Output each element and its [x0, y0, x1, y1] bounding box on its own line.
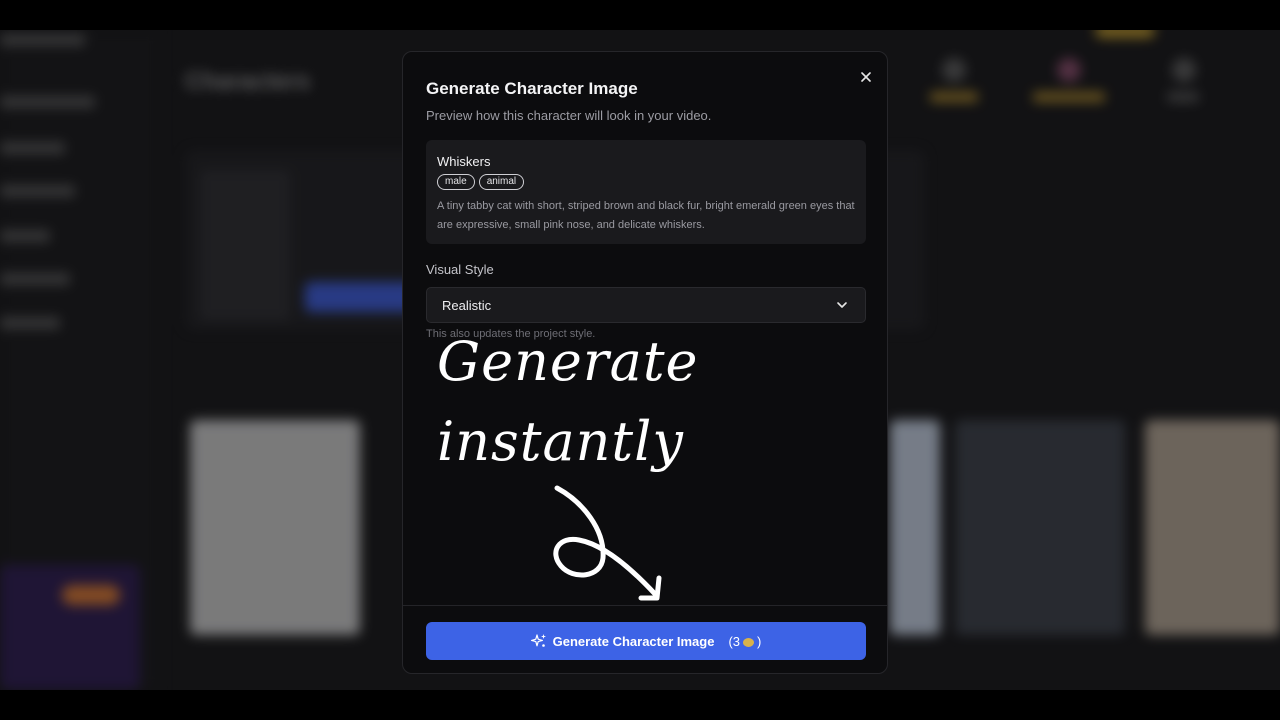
- modal-subtitle: Preview how this character will look in …: [426, 108, 712, 123]
- chevron-down-icon: [837, 302, 847, 308]
- background-promo: [0, 565, 140, 690]
- generate-character-image-button[interactable]: Generate Character Image (3): [426, 622, 866, 660]
- tag-badge: animal: [478, 174, 525, 190]
- annotation-text: Generate: [437, 330, 699, 393]
- modal-title: Generate Character Image: [426, 79, 638, 98]
- generate-character-modal: Generate Character Image Preview how thi…: [402, 51, 888, 674]
- visual-style-select[interactable]: Realistic: [426, 287, 866, 323]
- credit-cost: (3): [728, 634, 761, 649]
- letterbox-bottom: [0, 690, 1280, 720]
- generate-button-label: Generate Character Image: [552, 633, 715, 649]
- background-portrait: [1145, 420, 1280, 635]
- background-thumbnail: [200, 170, 290, 320]
- footer-divider: [403, 605, 887, 606]
- visual-style-value: Realistic: [442, 298, 492, 313]
- background-promo-pill: [62, 585, 120, 605]
- background-portrait: [955, 420, 1125, 635]
- character-description: A tiny tabby cat with short, striped bro…: [437, 200, 855, 231]
- background-credits: [1095, 30, 1155, 38]
- letterbox-top: [0, 0, 1280, 30]
- character-name: Whiskers: [437, 154, 491, 169]
- annotation-text: instantly: [437, 410, 684, 473]
- close-icon: [861, 72, 871, 82]
- background-portrait: [890, 420, 940, 635]
- hand-drawn-arrow-icon: [553, 485, 662, 601]
- sparkles-icon: [530, 634, 546, 647]
- background-portrait: [190, 420, 360, 635]
- credit-cost-open: (3: [728, 633, 741, 649]
- character-tags: male animal: [437, 174, 525, 190]
- character-card: Whiskers male animal A tiny tabby cat wi…: [426, 140, 866, 244]
- close-button[interactable]: [855, 66, 877, 88]
- coin-icon: [743, 637, 755, 647]
- credit-cost-close: ): [757, 633, 762, 649]
- visual-style-label: Visual Style: [426, 262, 494, 277]
- tag-badge: male: [437, 174, 475, 190]
- background-page-title: Characters: [185, 68, 311, 95]
